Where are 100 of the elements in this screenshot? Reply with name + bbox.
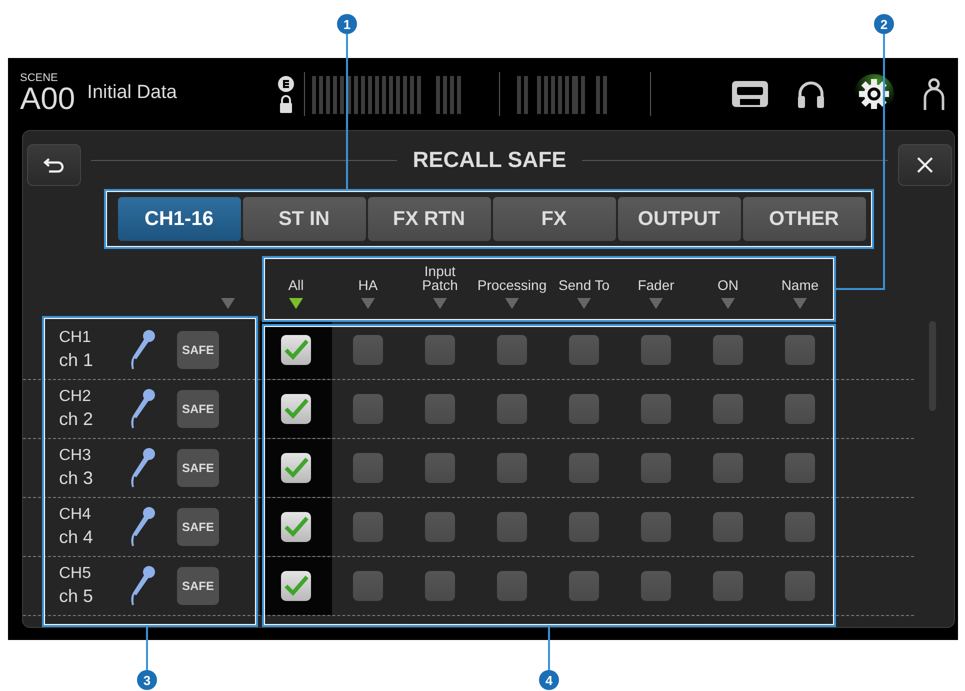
person-icon[interactable]: [922, 78, 946, 110]
headphones-icon[interactable]: [796, 79, 826, 109]
checkbox[interactable]: [713, 453, 743, 483]
checkbox[interactable]: [713, 512, 743, 542]
checkbox[interactable]: [785, 335, 815, 365]
back-button[interactable]: [27, 144, 81, 186]
checkbox[interactable]: [713, 394, 743, 424]
checkmark-icon: [283, 398, 309, 420]
checkbox[interactable]: [569, 394, 599, 424]
triangle-icon: [221, 298, 235, 309]
column-header: HA: [357, 278, 379, 292]
checkbox[interactable]: [641, 453, 671, 483]
category-tab[interactable]: CH1-16: [118, 197, 240, 241]
checkbox[interactable]: [785, 512, 815, 542]
checkbox[interactable]: [425, 512, 455, 542]
checkbox[interactable]: [281, 335, 311, 365]
checkmark-icon: [283, 575, 309, 597]
column-header: All: [287, 278, 305, 292]
column-header: Input Patch: [421, 264, 459, 292]
microphone-icon: [129, 447, 155, 489]
microphone-icon: [129, 388, 155, 430]
checkbox[interactable]: [353, 512, 383, 542]
checkbox[interactable]: [569, 571, 599, 601]
checkbox[interactable]: [569, 453, 599, 483]
callout-number: 4: [539, 670, 559, 690]
microphone-icon: [129, 506, 155, 548]
checkbox[interactable]: [497, 335, 527, 365]
channel-id: CH1: [59, 328, 92, 348]
settings-icon[interactable]: [859, 79, 889, 109]
checkmark-icon: [283, 457, 309, 479]
checkbox[interactable]: [281, 571, 311, 601]
safe-button[interactable]: SAFE: [177, 331, 219, 369]
safe-button[interactable]: SAFE: [177, 508, 219, 546]
channel-id: CH4: [59, 504, 92, 525]
column-header: Fader: [636, 278, 676, 292]
channel-name: ch 2: [59, 408, 94, 431]
safe-button[interactable]: SAFE: [177, 390, 219, 428]
checkbox[interactable]: [569, 335, 599, 365]
checkbox[interactable]: [641, 512, 671, 542]
channel-name: ch 3: [59, 466, 94, 490]
checkbox[interactable]: [425, 335, 455, 365]
checkbox[interactable]: [281, 394, 311, 424]
checkbox[interactable]: [497, 571, 527, 601]
column-header: Name: [780, 278, 820, 292]
column-header: ON: [716, 278, 740, 292]
checkbox[interactable]: [641, 571, 671, 601]
scene-name: Initial Data: [87, 82, 177, 104]
safe-button[interactable]: SAFE: [177, 449, 219, 487]
leader-line: [146, 625, 148, 671]
channel-name: ch 4: [59, 526, 94, 549]
callout-number: 1: [337, 14, 357, 34]
channel-name: ch 1: [59, 348, 94, 372]
checkbox[interactable]: [281, 512, 311, 542]
category-tab[interactable]: ST IN: [242, 197, 366, 241]
lock-icon: [278, 94, 294, 112]
checkbox[interactable]: [497, 512, 527, 542]
channel-name: ch 5: [59, 584, 94, 608]
scene-label: SCENE: [20, 72, 58, 84]
column-header: Send To: [557, 278, 611, 292]
leader-line: [548, 625, 550, 671]
safe-button[interactable]: SAFE: [177, 567, 219, 605]
category-tab[interactable]: FX RTN: [368, 197, 490, 241]
checkbox[interactable]: [425, 571, 455, 601]
category-tab[interactable]: OTHER: [742, 197, 866, 241]
column-header: Processing: [477, 278, 547, 292]
checkbox[interactable]: [497, 394, 527, 424]
callout-number: 2: [874, 14, 894, 34]
checkbox[interactable]: [785, 571, 815, 601]
checkbox[interactable]: [641, 394, 671, 424]
checkbox[interactable]: [785, 453, 815, 483]
cassette-icon[interactable]: [732, 81, 768, 107]
scene-number: A00: [20, 83, 76, 114]
microphone-icon: [129, 565, 155, 607]
checkmark-icon: [283, 516, 309, 538]
checkbox[interactable]: [569, 512, 599, 542]
checkbox[interactable]: [785, 394, 815, 424]
category-tab[interactable]: OUTPUT: [618, 197, 740, 241]
close-button[interactable]: [898, 144, 952, 186]
checkbox[interactable]: [641, 335, 671, 365]
checkbox[interactable]: [353, 394, 383, 424]
circle-e-icon: [278, 76, 294, 92]
checkbox[interactable]: [353, 335, 383, 365]
checkbox[interactable]: [497, 453, 527, 483]
checkbox[interactable]: [713, 335, 743, 365]
callout-number: 3: [137, 670, 157, 690]
checkbox[interactable]: [353, 571, 383, 601]
checkbox[interactable]: [281, 453, 311, 483]
close-icon: [916, 156, 934, 174]
checkbox[interactable]: [425, 394, 455, 424]
channel-id: CH5: [59, 564, 92, 584]
category-tab[interactable]: FX: [492, 197, 616, 241]
checkbox[interactable]: [713, 571, 743, 601]
microphone-icon: [129, 329, 155, 371]
checkmark-icon: [283, 339, 309, 361]
channel-id: CH3: [59, 446, 92, 466]
return-arrow-icon: [43, 157, 65, 173]
checkbox[interactable]: [353, 453, 383, 483]
checkbox[interactable]: [425, 453, 455, 483]
panel-title: RECALL SAFE: [412, 147, 566, 173]
channel-id: CH2: [59, 386, 92, 407]
